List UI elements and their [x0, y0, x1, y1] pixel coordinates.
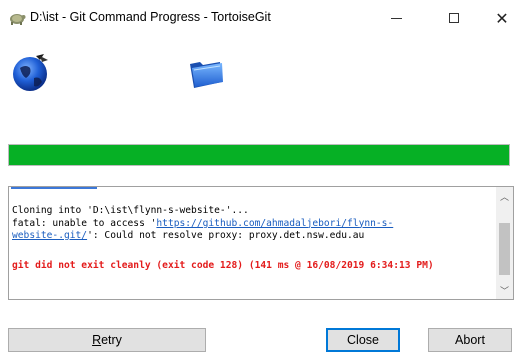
vertical-scrollbar[interactable]: ︿ ﹀	[496, 187, 513, 299]
log-fatal-prefix: fatal: unable to access '	[12, 217, 157, 229]
window-title: D:\ist - Git Command Progress - Tortoise…	[30, 10, 271, 24]
log-top-line	[11, 187, 97, 189]
retry-accelerator: R	[92, 333, 102, 347]
scroll-up-icon[interactable]: ︿	[496, 188, 513, 204]
log-line-fatal: fatal: unable to access 'https://github.…	[12, 218, 494, 231]
progress-bar	[8, 144, 510, 166]
retry-label: etry	[101, 333, 122, 347]
close-button[interactable]: Close	[326, 328, 400, 352]
error-message: git did not exit cleanly (exit code 128)…	[12, 259, 434, 271]
maximize-button[interactable]	[432, 0, 476, 36]
retry-button[interactable]: Retry	[8, 328, 206, 352]
close-icon: ✕	[495, 8, 509, 28]
scroll-thumb[interactable]	[499, 223, 510, 275]
minimize-icon	[390, 17, 402, 19]
minimize-button[interactable]	[374, 0, 418, 36]
tortoisegit-icon	[10, 14, 26, 25]
globe-icon	[13, 54, 48, 91]
log-content: Cloning into 'D:\ist\flynn-s-website-'..…	[12, 205, 494, 272]
output-log[interactable]: Cloning into 'D:\ist\flynn-s-website-'..…	[8, 186, 514, 300]
repo-link-continued[interactable]: website-.git/	[12, 230, 87, 241]
close-window-button[interactable]: ✕	[480, 0, 516, 36]
repo-link[interactable]: https://github.com/ahmadaljebori/flynn-s…	[156, 218, 393, 229]
log-proxy-suffix: ': Could not resolve proxy: proxy.det.ns…	[87, 230, 365, 241]
abort-button[interactable]: Abort	[428, 328, 512, 352]
folder-icon	[190, 62, 223, 88]
title-bar: D:\ist - Git Command Progress - Tortoise…	[0, 0, 516, 36]
log-line-cloning: Cloning into 'D:\ist\flynn-s-website-'..…	[12, 205, 249, 216]
log-line-proxy: website-.git/': Could not resolve proxy:…	[12, 230, 494, 243]
progress-fill	[9, 145, 509, 165]
maximize-icon	[449, 13, 459, 23]
scroll-down-icon[interactable]: ﹀	[496, 282, 513, 298]
